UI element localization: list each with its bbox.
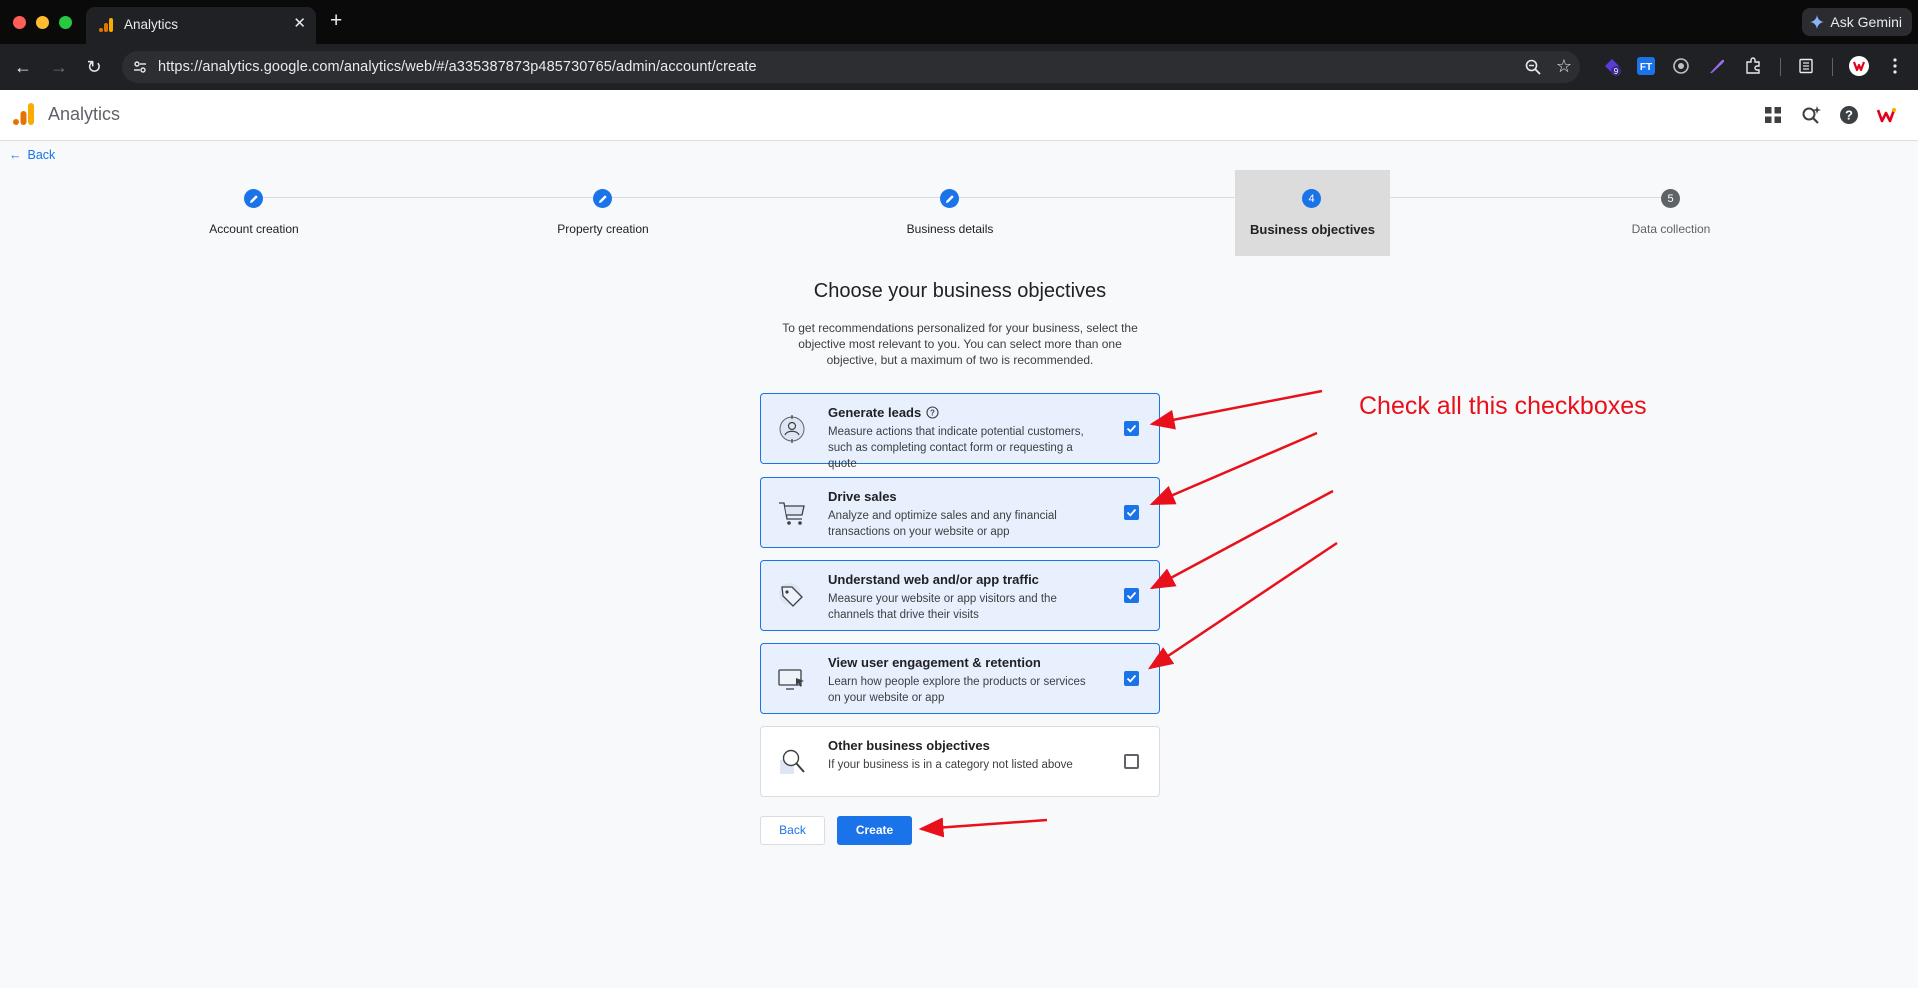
step-number: 4 <box>1302 189 1321 208</box>
arrow-to-engagement-checkbox <box>1147 541 1338 670</box>
tab-title: Analytics <box>124 17 179 32</box>
profile-avatar[interactable] <box>1849 56 1869 76</box>
step-business-details: Business details <box>840 170 1060 256</box>
extension-purple-icon[interactable]: 9 <box>1602 56 1622 76</box>
edit-pencil-icon <box>940 189 959 208</box>
tag-icon <box>779 583 803 607</box>
help-icon[interactable]: ? <box>1838 104 1860 126</box>
toolbar-divider <box>1780 58 1781 76</box>
analytics-favicon-icon <box>99 18 113 32</box>
objective-title: Generate leads ? <box>828 405 939 420</box>
tab-close-icon[interactable]: ✕ <box>293 14 306 32</box>
create-button[interactable]: Create <box>837 816 912 845</box>
extension-badge-text: 9 <box>1614 67 1619 76</box>
objective-card-web-app-traffic[interactable]: Understand web and/or app traffic Measur… <box>760 560 1160 631</box>
objective-checkbox-checked[interactable] <box>1124 505 1139 520</box>
zoom-icon[interactable] <box>1524 58 1542 76</box>
page-title: Choose your business objectives <box>813 280 1107 302</box>
magnifier-icon <box>780 749 805 774</box>
step-label: Business details <box>906 222 994 236</box>
objective-title: View user engagement & retention <box>828 655 1041 670</box>
app-header: Analytics ? <box>0 90 1918 141</box>
step-account-creation: Account creation <box>144 170 364 256</box>
objective-checkbox-checked[interactable] <box>1124 671 1139 686</box>
browser-menu-icon[interactable] <box>1885 56 1905 76</box>
window-close-button[interactable] <box>13 16 26 29</box>
objective-description: If your business is in a category not li… <box>828 759 1073 771</box>
step-label: Business objectives <box>1250 222 1375 237</box>
shopping-cart-icon <box>779 502 805 525</box>
back-link-label: Back <box>27 148 56 162</box>
browser-back-icon[interactable]: ← <box>10 54 36 80</box>
back-button[interactable]: Back <box>760 816 825 845</box>
app-title: Analytics <box>48 104 121 124</box>
page-description: To get recommendations personalized for … <box>782 321 1138 367</box>
objective-checkbox-checked[interactable] <box>1124 588 1139 603</box>
ask-gemini-button[interactable]: Ask Gemini <box>1802 8 1912 36</box>
arrow-left-icon: ← <box>9 148 22 162</box>
site-info-icon[interactable] <box>132 59 148 75</box>
browser-forward-icon[interactable]: → <box>46 54 72 80</box>
objective-card-generate-leads[interactable]: Generate leads ? Measure actions that in… <box>760 393 1160 470</box>
svg-text:?: ? <box>1845 108 1853 123</box>
browser-toolbar: ← → ↻ https://analytics.google.com/analy… <box>0 44 1918 90</box>
step-label: Property creation <box>557 222 649 236</box>
arrow-to-traffic-checkbox <box>1149 489 1334 590</box>
objective-card-drive-sales[interactable]: Drive sales Analyze and optimize sales a… <box>760 477 1160 548</box>
leads-target-icon <box>779 415 805 443</box>
window-minimize-button[interactable] <box>36 16 49 29</box>
objective-title: Understand web and/or app traffic <box>828 572 1039 587</box>
objective-title: Drive sales <box>828 489 897 504</box>
apps-grid-icon[interactable] <box>1762 104 1784 126</box>
objective-title-text: Generate leads <box>828 405 922 420</box>
arrow-to-leads-checkbox <box>1149 389 1323 430</box>
objective-description: Analyze and optimize sales and any finan… <box>828 510 1057 538</box>
gemini-sparkle-icon <box>1810 15 1825 29</box>
step-property-creation: Property creation <box>493 170 713 256</box>
analytics-logo-icon <box>13 103 34 125</box>
toolbar-divider <box>1832 58 1833 76</box>
url-text[interactable]: https://analytics.google.com/analytics/w… <box>158 59 757 75</box>
objective-description: Measure actions that indicate potential … <box>828 426 1084 470</box>
objective-description: Learn how people explore the products or… <box>828 676 1086 704</box>
extensions-puzzle-icon[interactable] <box>1743 56 1763 76</box>
monitor-cursor-icon <box>778 669 804 690</box>
account-logo-icon[interactable] <box>1875 104 1897 126</box>
objective-card-engagement-retention[interactable]: View user engagement & retention Learn h… <box>760 643 1160 714</box>
objective-description: Measure your website or app visitors and… <box>828 593 1057 621</box>
extension-feather-icon[interactable] <box>1707 56 1727 76</box>
extension-ft-label: FT <box>1640 62 1652 73</box>
help-circle-icon[interactable]: ? <box>926 406 939 419</box>
step-data-collection: 5 Data collection <box>1561 170 1781 256</box>
arrow-to-sales-checkbox <box>1149 431 1318 506</box>
step-business-objectives: 4 Business objectives <box>1235 170 1390 256</box>
search-insights-icon[interactable] <box>1800 104 1822 126</box>
annotation-text: Check all this checkboxes <box>1359 392 1647 420</box>
extension-target-icon[interactable] <box>1671 56 1691 76</box>
edit-pencil-icon <box>593 189 612 208</box>
step-number: 5 <box>1661 189 1680 208</box>
objective-card-other[interactable]: Other business objectives If your busine… <box>760 726 1160 797</box>
extension-ft-icon[interactable]: FT <box>1636 56 1656 76</box>
step-label: Account creation <box>209 222 299 236</box>
ask-gemini-label: Ask Gemini <box>1830 14 1902 30</box>
browser-tab-strip: Analytics ✕ + Ask Gemini <box>0 0 1918 44</box>
back-link[interactable]: ← Back <box>9 148 55 162</box>
reading-list-icon[interactable] <box>1796 56 1816 76</box>
bookmark-star-icon[interactable]: ☆ <box>1556 56 1572 77</box>
svg-text:?: ? <box>930 409 935 418</box>
step-label: Data collection <box>1631 222 1711 236</box>
address-bar[interactable]: https://analytics.google.com/analytics/w… <box>122 51 1580 83</box>
browser-reload-icon[interactable]: ↻ <box>81 54 107 80</box>
objective-title: Other business objectives <box>828 738 990 753</box>
objective-checkbox-unchecked[interactable] <box>1124 754 1139 769</box>
arrow-to-create-button <box>918 817 1048 838</box>
window-zoom-button[interactable] <box>59 16 72 29</box>
edit-pencil-icon <box>244 189 263 208</box>
browser-tab[interactable]: Analytics ✕ <box>86 7 316 44</box>
objective-checkbox-checked[interactable] <box>1124 421 1139 436</box>
new-tab-button[interactable]: + <box>330 9 342 33</box>
